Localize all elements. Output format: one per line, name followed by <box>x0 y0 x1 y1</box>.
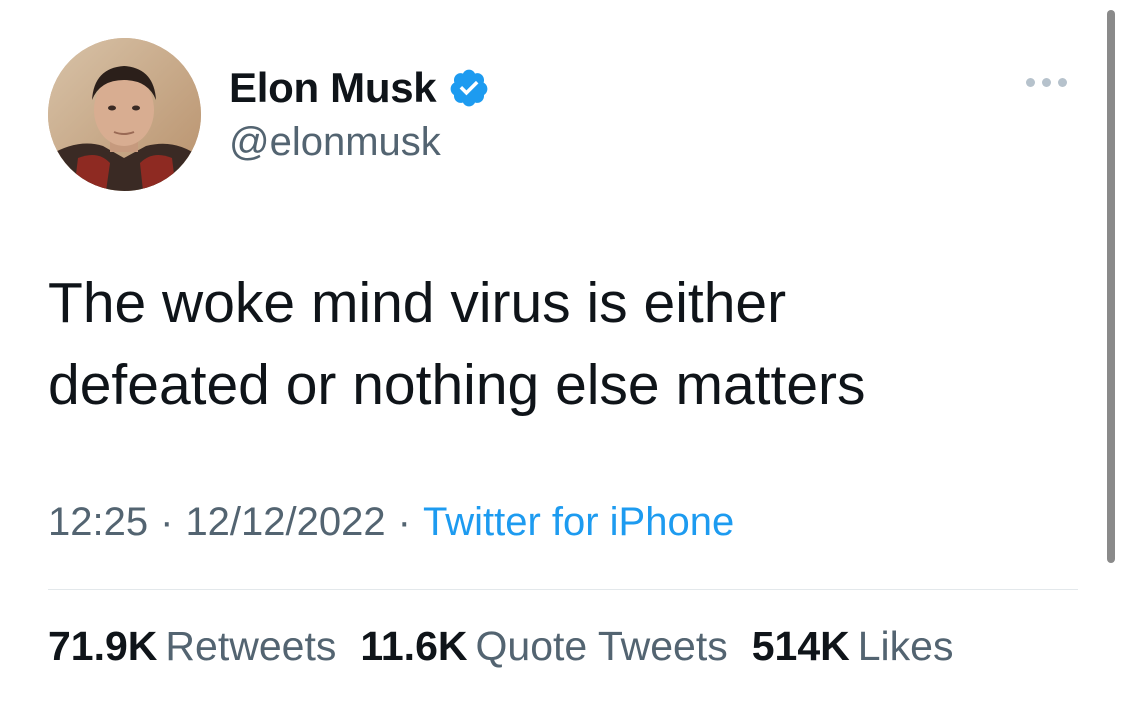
tweet-text-line: defeated or nothing else matters <box>48 353 866 417</box>
meta-separator: · <box>397 500 411 544</box>
name-row: Elon Musk <box>229 62 490 114</box>
display-name[interactable]: Elon Musk <box>229 64 437 112</box>
avatar[interactable] <box>48 38 201 191</box>
likes-count: 514K <box>751 623 850 669</box>
tweet-card: Elon Musk @elonmusk The woke mind virus … <box>0 0 1125 701</box>
retweets-stat[interactable]: 71.9K Retweets <box>48 623 336 670</box>
quote-tweets-count: 11.6K <box>360 623 468 669</box>
tweet-date[interactable]: 12/12/2022 <box>185 500 385 544</box>
more-dot <box>1042 78 1051 87</box>
more-dot <box>1026 78 1035 87</box>
quote-tweets-stat[interactable]: 11.6K Quote Tweets <box>360 623 727 670</box>
scrollbar[interactable] <box>1107 10 1115 563</box>
divider <box>48 589 1078 590</box>
tweet-time[interactable]: 12:25 <box>48 500 148 544</box>
avatar-image <box>48 38 201 191</box>
verified-badge-icon <box>448 67 490 109</box>
tweet-text: The woke mind virus is either defeated o… <box>48 262 1048 426</box>
retweets-count: 71.9K <box>48 623 158 669</box>
likes-stat[interactable]: 514K Likes <box>752 623 954 670</box>
quote-tweets-label: Quote Tweets <box>475 623 728 669</box>
likes-label: Likes <box>857 623 954 669</box>
more-options-icon[interactable] <box>1026 78 1067 87</box>
author-block: Elon Musk @elonmusk <box>229 62 490 165</box>
tweet-stats: 71.9K Retweets 11.6K Quote Tweets 514K Like… <box>48 623 953 670</box>
user-handle[interactable]: @elonmusk <box>229 120 490 165</box>
more-dot <box>1058 78 1067 87</box>
meta-separator: · <box>160 500 174 544</box>
tweet-text-line: The woke mind virus is either <box>48 271 787 335</box>
tweet-meta: 12:25 · 12/12/2022 · Twitter for iPhone <box>48 500 734 545</box>
retweets-label: Retweets <box>165 623 337 669</box>
tweet-source-link[interactable]: Twitter for iPhone <box>423 500 734 544</box>
